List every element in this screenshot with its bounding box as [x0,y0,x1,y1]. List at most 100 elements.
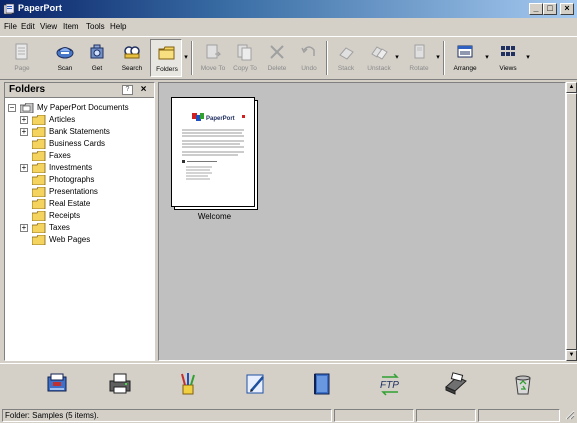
folder-icon [32,235,46,245]
status-pane-4 [478,409,560,422]
expand-toggle[interactable]: + [20,164,28,172]
views-button[interactable]: Views [492,39,524,77]
folders-help-button[interactable]: ? [122,85,133,95]
scan-button[interactable]: Scan [49,39,81,77]
recycle-bin-icon[interactable] [510,371,536,397]
tree-item-label: Presentations [49,187,98,196]
toolbar: Page Scan Get Search Folders ▾ Move To C… [0,36,577,80]
document-desktop[interactable]: PaperPort Welcome [158,82,566,361]
stack-button[interactable]: Stack [330,39,362,77]
tree-item-bank-statements[interactable]: + Bank Statements [20,126,154,138]
tree-item-real-estate[interactable]: Real Estate [20,198,154,210]
document-page: PaperPort [171,97,255,207]
folders-pane: Folders ? × − My PaperPort Documents + A… [4,82,155,361]
menu-edit[interactable]: Edit [21,22,35,31]
get-icon [90,44,104,59]
expand-toggle[interactable]: + [20,224,28,232]
editor-icon[interactable] [243,371,269,397]
book-icon[interactable] [309,371,335,397]
fax-icon[interactable] [44,371,70,397]
scan-label: Scan [57,65,73,72]
tree-item-faxes[interactable]: Faxes [20,150,154,162]
resize-grip[interactable] [562,409,575,422]
unstack-button[interactable]: Unstack [363,39,395,77]
search-button[interactable]: Search [116,39,148,77]
status-pane-2 [334,409,414,422]
scroll-thumb[interactable] [566,93,577,350]
tree-item-web-pages[interactable]: Web Pages [20,234,154,246]
title-bar[interactable]: PaperPort _ □ × [0,0,577,18]
documents-folder-icon [20,103,34,113]
tree-item-photographs[interactable]: Photographs [20,174,154,186]
tree-item-label: Real Estate [49,199,91,208]
close-button[interactable]: × [560,3,574,15]
folder-icon [32,151,46,161]
unstack-dropdown-arrow[interactable]: ▾ [394,54,400,61]
tree-item-taxes[interactable]: + Taxes [20,222,154,234]
ftp-icon[interactable]: FTP [377,371,403,397]
tree-item-business-cards[interactable]: Business Cards [20,138,154,150]
move-to-button[interactable]: Move To [197,39,229,77]
scanner-icon[interactable] [443,371,469,397]
rotate-button[interactable]: Rotate [403,39,435,77]
document-thumbnail-welcome[interactable]: PaperPort [171,97,258,210]
menu-help[interactable]: Help [110,22,126,31]
menu-tools[interactable]: Tools [86,22,105,31]
folders-dropdown-arrow[interactable]: ▾ [183,54,189,61]
expand-toggle[interactable]: + [20,128,28,136]
expand-toggle[interactable]: + [20,116,28,124]
tree-item-label: Taxes [49,223,70,232]
page-button[interactable]: Page [6,39,38,77]
toolbar-separator [443,41,445,75]
folders-button[interactable]: Folders [150,39,182,77]
status-pane-3 [416,409,476,422]
paint-icon[interactable] [175,371,201,397]
toolbar-separator [191,41,193,75]
rotate-icon [414,44,425,59]
page-label: Page [14,65,30,72]
folders-pane-header: Folders ? × [5,83,154,98]
get-button[interactable]: Get [81,39,113,77]
delete-button[interactable]: Delete [261,39,293,77]
rotate-dropdown-arrow[interactable]: ▾ [435,54,441,61]
copy-to-button[interactable]: Copy To [229,39,261,77]
scroll-up-arrow[interactable]: ▲ [566,82,577,93]
vertical-scrollbar[interactable]: ▲ ▼ [566,82,577,361]
ftp-text: FTP [380,380,399,391]
folders-label: Folders [156,66,178,73]
minimize-button[interactable]: _ [529,3,543,15]
menu-file[interactable]: File [4,22,17,31]
copy-to-label: Copy To [233,65,257,72]
tree-item-investments[interactable]: + Investments [20,162,154,174]
folder-icon [32,187,46,197]
arrange-button[interactable]: Arrange [449,39,481,77]
tree-item-presentations[interactable]: Presentations [20,186,154,198]
views-label: Views [499,65,517,72]
tree-root-label: My PaperPort Documents [37,103,129,112]
unstack-label: Unstack [367,65,391,72]
tree-item-receipts[interactable]: Receipts [20,210,154,222]
undo-button[interactable]: Undo [293,39,325,77]
tree-item-label: Faxes [49,151,71,160]
printer-icon[interactable] [107,371,133,397]
status-bar: Folder: Samples (5 items). [0,407,577,423]
move-to-icon [206,44,222,59]
tree-root[interactable]: − My PaperPort Documents [8,102,154,114]
send-to-bar: FTP [0,363,577,406]
menu-item[interactable]: Item [63,22,79,31]
menu-bar: File Edit View Item Tools Help [0,19,577,35]
delete-label: Delete [267,65,287,72]
folders-close-button[interactable]: × [138,84,149,95]
paperport-app-icon [3,3,15,15]
folder-icon [32,223,46,233]
arrange-dropdown-arrow[interactable]: ▾ [484,54,490,61]
maximize-button[interactable]: □ [543,3,557,15]
tree-item-articles[interactable]: + Articles [20,114,154,126]
page-icon [15,43,28,60]
views-dropdown-arrow[interactable]: ▾ [525,54,531,61]
menu-view[interactable]: View [40,22,57,31]
scroll-down-arrow[interactable]: ▼ [566,350,577,361]
collapse-toggle[interactable]: − [8,104,16,112]
folders-icon [158,46,175,60]
stack-icon [339,47,354,60]
